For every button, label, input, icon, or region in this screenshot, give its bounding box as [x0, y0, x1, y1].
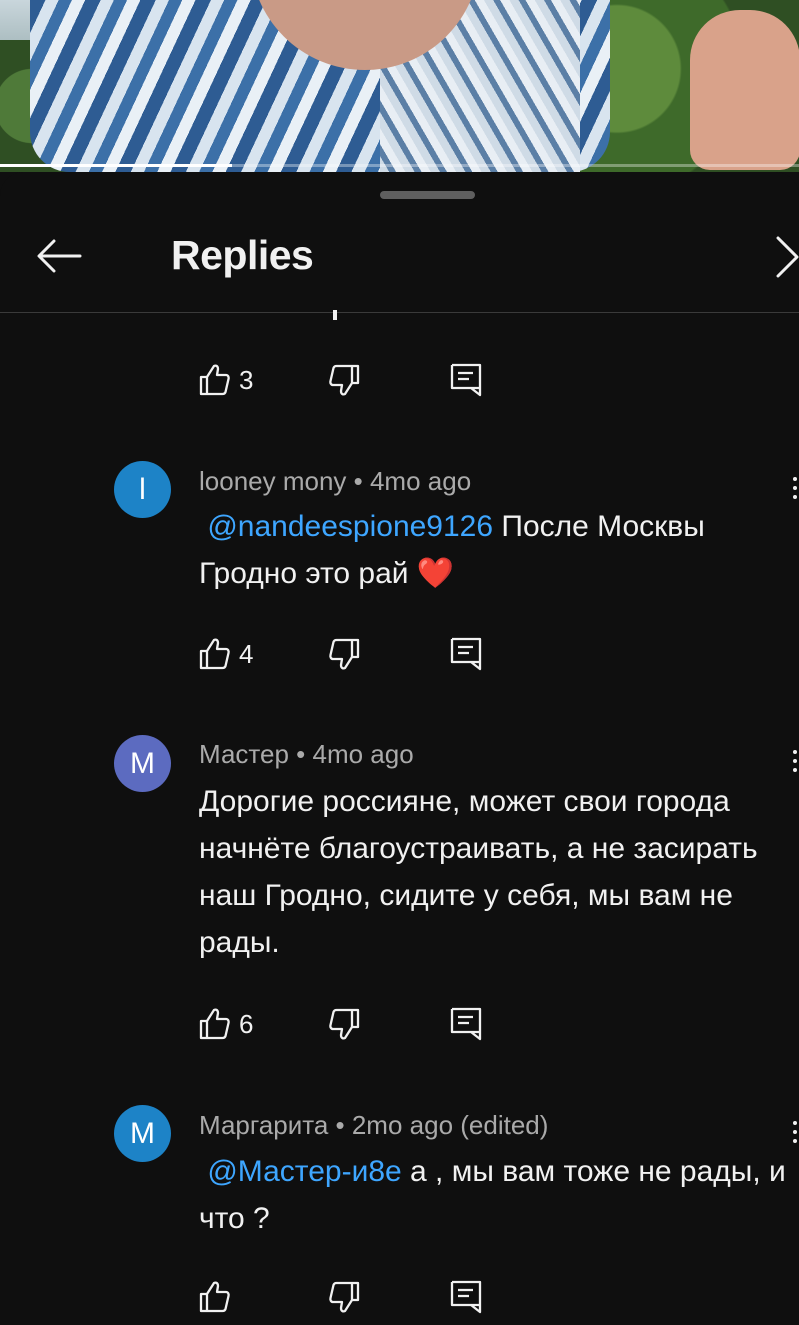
like-button[interactable]: 4 [197, 632, 253, 676]
thumb-down-icon [329, 364, 360, 396]
mention-link[interactable]: @nandeespione9126 [207, 510, 493, 543]
drag-handle[interactable] [380, 191, 475, 199]
thumb-up-icon [199, 364, 230, 396]
arrow-left-icon [37, 239, 82, 273]
comment-text: @nandeespione9126 После Москвы Гродно эт… [199, 503, 794, 597]
comment-meta: Мастер • 4mo ago [199, 739, 414, 769]
reply-button[interactable] [449, 632, 483, 676]
dislike-button[interactable] [328, 1275, 362, 1319]
reply-button[interactable] [449, 1002, 483, 1046]
avatar[interactable]: M [114, 735, 171, 792]
comment-meta: looney mony • 4mo ago [199, 466, 472, 496]
comment-actions [197, 1275, 517, 1319]
more-vert-icon [793, 750, 797, 754]
like-count: 3 [239, 364, 254, 395]
reply-icon [450, 363, 482, 397]
video-progress-bar[interactable] [0, 164, 232, 167]
more-options-button[interactable] [790, 1121, 799, 1151]
thumb-up-icon [199, 1008, 230, 1040]
cropped-comment-text [333, 310, 337, 320]
more-vert-icon [793, 1121, 797, 1125]
next-button[interactable] [770, 232, 799, 282]
video-frame-hand [690, 10, 799, 170]
like-button[interactable]: 6 [197, 1002, 253, 1046]
sheet-header: Replies [0, 212, 799, 313]
reply-icon [450, 637, 482, 671]
dislike-button[interactable] [328, 1002, 362, 1046]
thumb-down-icon [329, 1281, 360, 1313]
comment-actions: 6 [197, 1002, 517, 1046]
mention-link[interactable]: @Мастер-и8е [207, 1155, 401, 1188]
thumb-up-icon [199, 638, 230, 670]
reply-button[interactable] [449, 1275, 483, 1319]
comment-meta: Маргарита • 2mo ago (edited) [199, 1110, 549, 1140]
comment-actions: 3 [197, 358, 517, 402]
thumb-up-icon [199, 1281, 230, 1313]
more-vert-icon [793, 477, 797, 481]
comment-text: Дорогие россияне, может свои города начн… [199, 785, 758, 959]
like-count: 4 [239, 638, 254, 669]
reply-icon [450, 1280, 482, 1314]
video-player[interactable] [0, 0, 799, 172]
reply-button[interactable] [449, 358, 483, 402]
app-root: Replies 3 l looney mony • 4mo ago @nande… [0, 0, 799, 1325]
dislike-button[interactable] [328, 632, 362, 676]
replies-sheet: Replies 3 l looney mony • 4mo ago @nande… [0, 172, 799, 1325]
chevron-right-icon [776, 236, 799, 278]
dislike-button[interactable] [328, 358, 362, 402]
back-button[interactable] [30, 234, 86, 278]
more-options-button[interactable] [790, 750, 799, 780]
comment-actions: 4 [197, 632, 517, 676]
avatar[interactable]: l [114, 461, 171, 518]
like-button[interactable] [197, 1275, 239, 1319]
sheet-title: Replies [171, 232, 314, 278]
reply-icon [450, 1007, 482, 1041]
thumb-down-icon [329, 1008, 360, 1040]
comment-text: @Мастер-и8е а , мы вам тоже не рады, и ч… [199, 1148, 794, 1242]
like-button[interactable]: 3 [197, 358, 253, 402]
avatar[interactable]: M [114, 1105, 171, 1162]
like-count: 6 [239, 1008, 254, 1039]
thumb-down-icon [329, 638, 360, 670]
